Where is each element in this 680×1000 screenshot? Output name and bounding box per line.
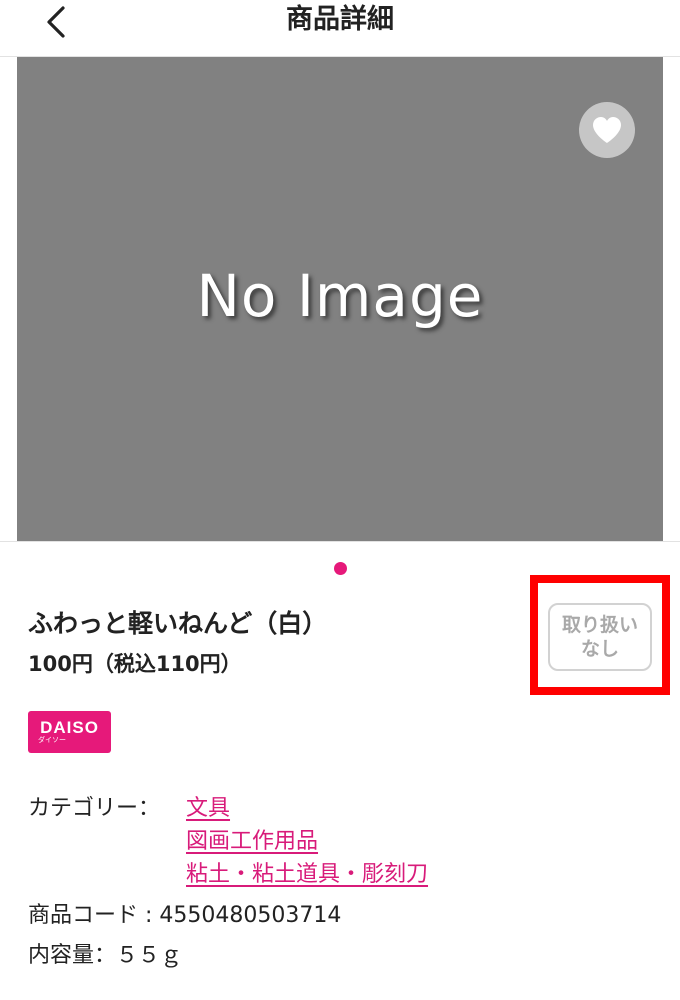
- availability-button[interactable]: 取り扱い なし: [548, 603, 652, 671]
- image-divider: [0, 541, 680, 542]
- brand-logo-main: DAISO: [40, 718, 99, 737]
- category-link-arts-crafts[interactable]: 図画工作用品: [186, 823, 318, 855]
- category-label: カテゴリー：: [28, 796, 161, 821]
- category-link-clay-tools[interactable]: 粘土・粘土道具・彫刻刀: [186, 856, 428, 888]
- availability-line-2: なし: [580, 638, 619, 660]
- header: 商品詳細: [0, 0, 680, 57]
- product-price: 100円（税込110円）: [28, 652, 242, 676]
- category-link-stationery[interactable]: 文具: [186, 790, 230, 822]
- heart-icon: [593, 117, 621, 143]
- product-name: ふわっと軽いねんど（白）: [28, 609, 328, 638]
- product-image[interactable]: No Image: [17, 57, 663, 541]
- carousel-indicator-dot[interactable]: [334, 562, 347, 575]
- product-volume: 内容量：５５ｇ: [28, 943, 183, 968]
- page-title: 商品詳細: [286, 4, 394, 35]
- no-image-text: No Image: [196, 262, 484, 330]
- availability-line-1: 取り扱い: [561, 614, 638, 636]
- favorite-button[interactable]: [579, 102, 635, 158]
- product-code: 商品コード : 4550480503714: [28, 903, 342, 928]
- daiso-logo: DAISO ダイソー: [28, 711, 111, 753]
- brand-logo-sub: ダイソー: [38, 736, 66, 744]
